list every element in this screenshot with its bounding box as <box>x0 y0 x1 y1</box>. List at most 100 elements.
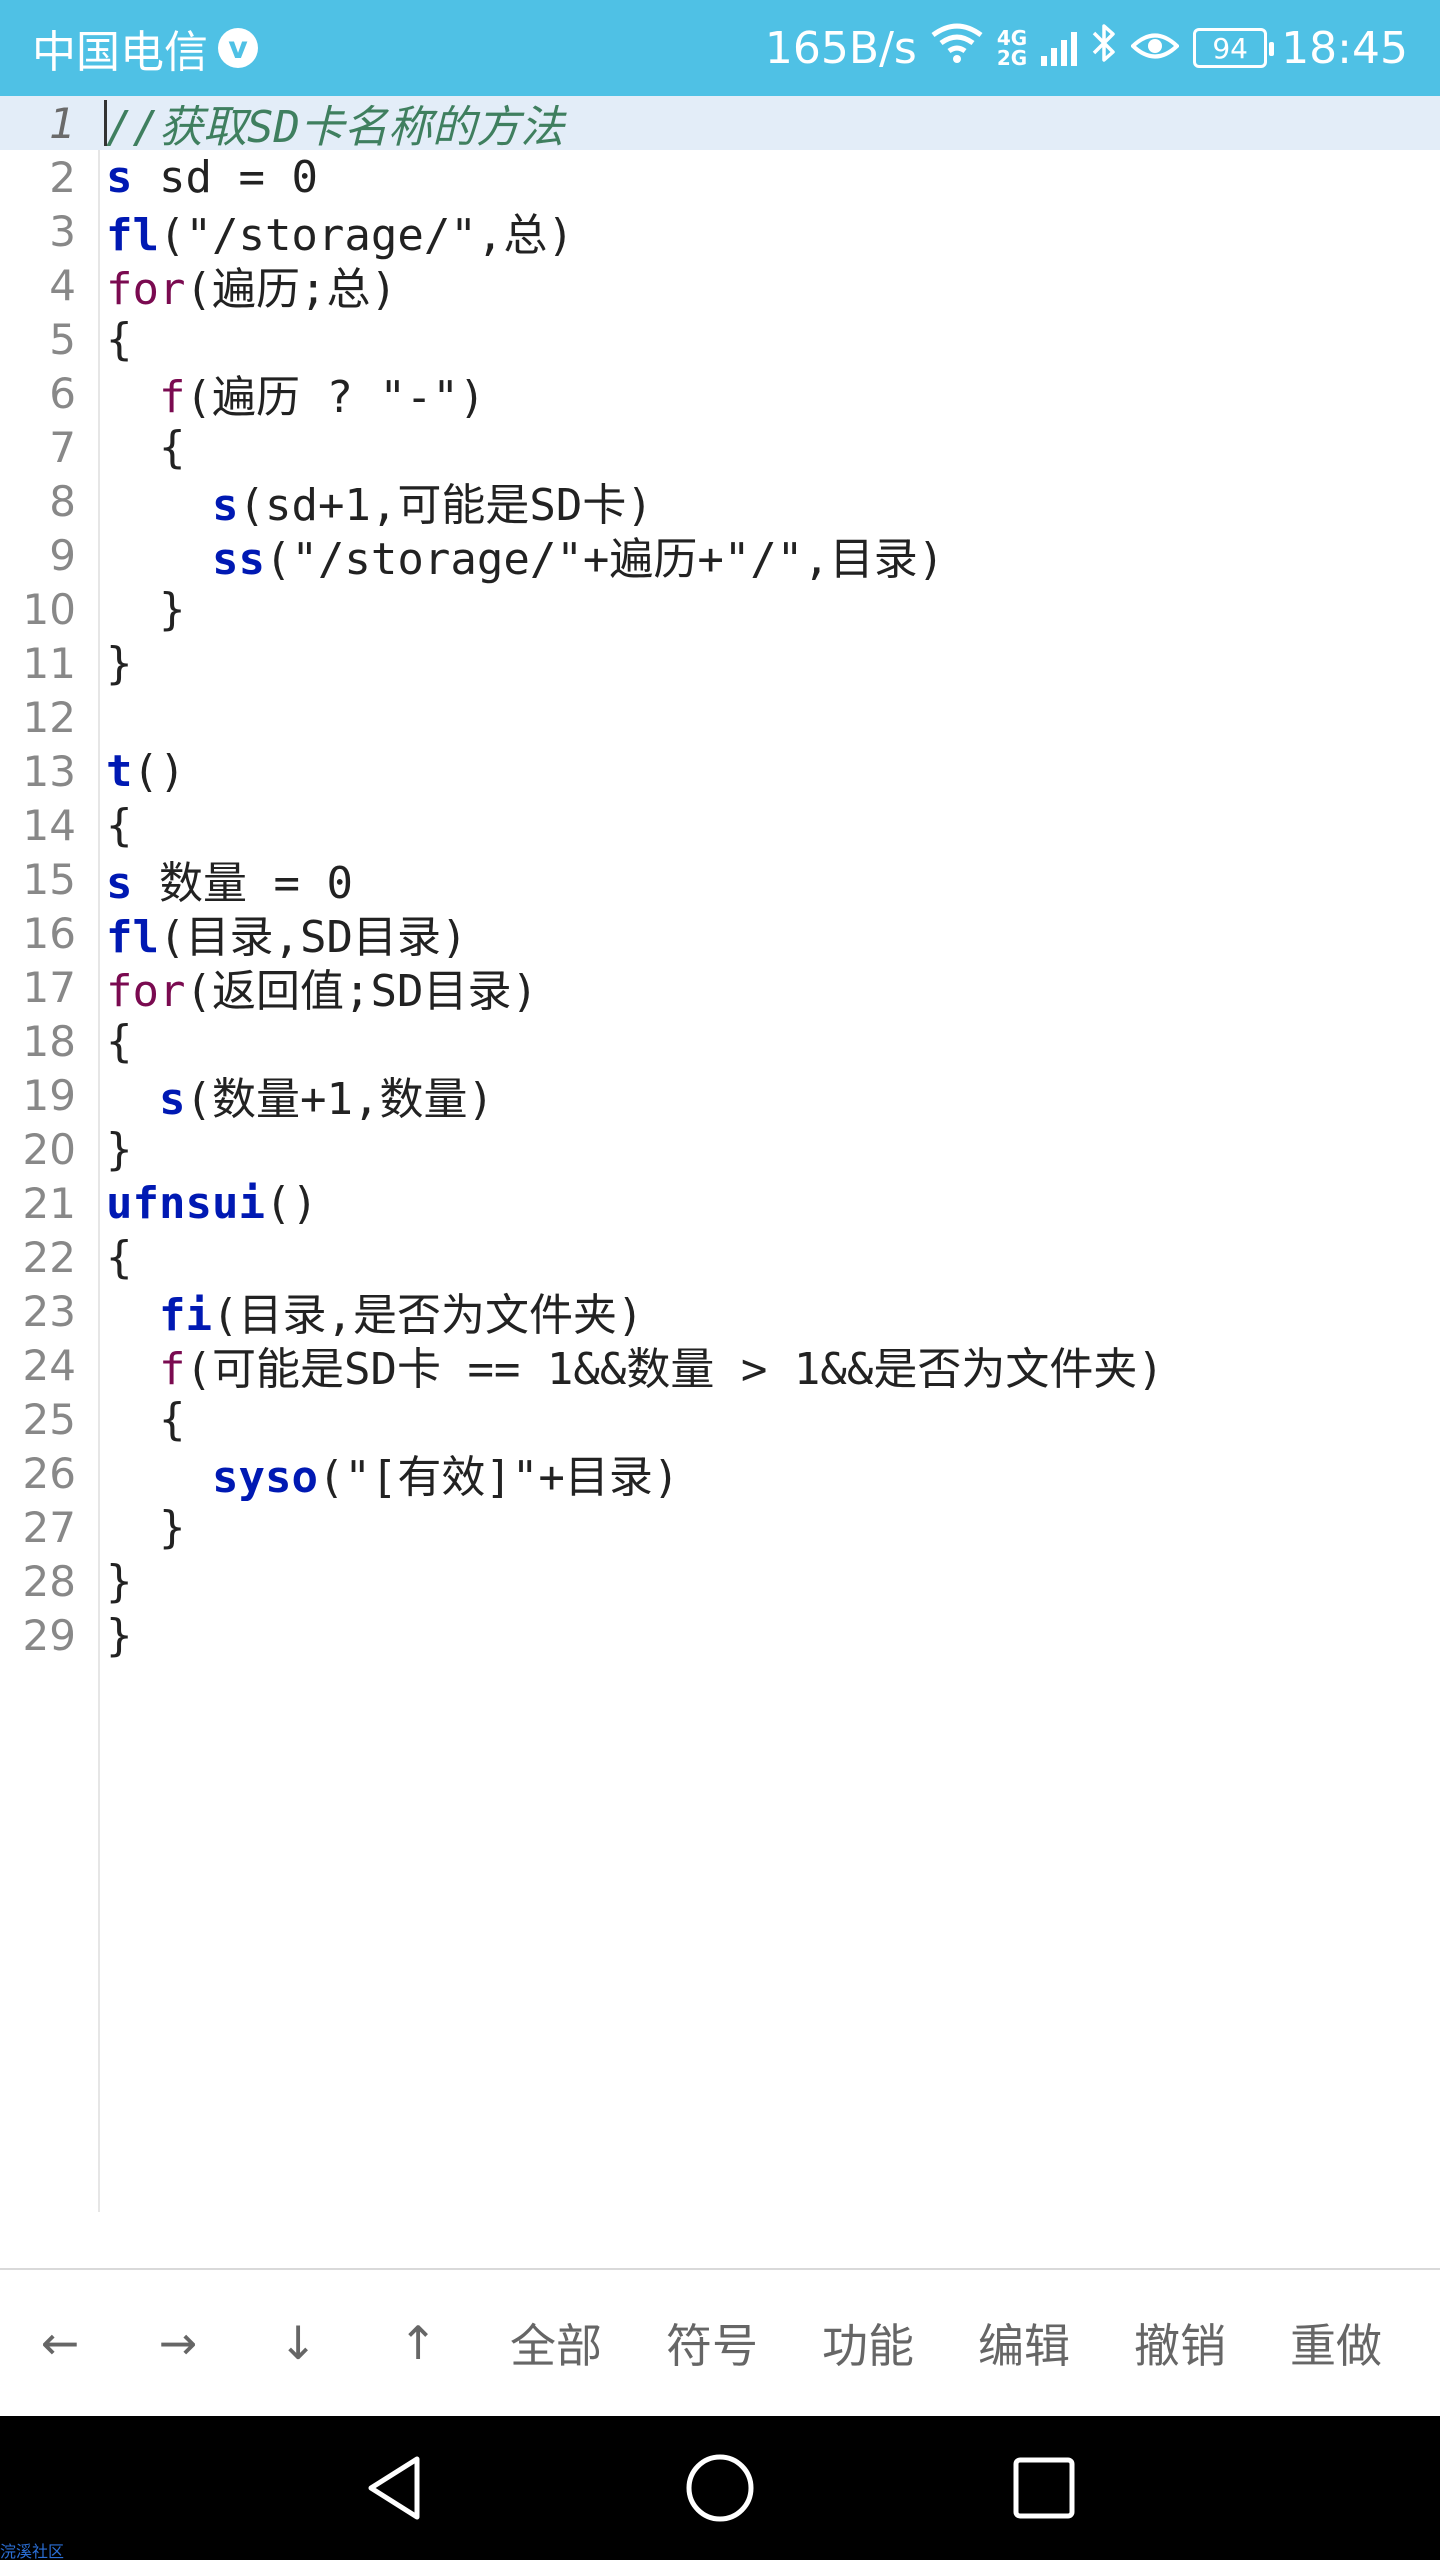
code-line[interactable]: 24 f(可能是SD卡 == 1&&数量 > 1&&是否为文件夹) <box>0 1338 1440 1396</box>
select-all-button[interactable]: 全部 <box>496 2270 616 2416</box>
line-number: 17 <box>22 962 76 1012</box>
bluetooth-icon <box>1091 22 1117 75</box>
line-code: t() <box>106 746 185 797</box>
line-code: for(返回值;SD目录) <box>106 955 538 1019</box>
code-line[interactable]: 4 for(遍历;总) <box>0 258 1440 316</box>
code-line[interactable]: 26 syso("[有效]"+目录) <box>0 1446 1440 1504</box>
line-code: s sd = 0 <box>106 152 318 203</box>
code-text: { <box>106 1393 186 1445</box>
code-line[interactable]: 1 //获取SD卡名称的方法 <box>0 96 1440 153</box>
line-code: { <box>106 1232 133 1283</box>
code-text: } <box>106 583 186 635</box>
carrier-name: 中国电信 <box>32 27 208 78</box>
net-speed: 165B/s <box>764 22 917 74</box>
code-text: } <box>106 637 133 689</box>
functions-button[interactable]: 功能 <box>808 2270 928 2416</box>
code-line[interactable]: 16 fl(目录,SD目录) <box>0 906 1440 964</box>
code-text: (遍历;总) <box>185 264 397 315</box>
cursor-left-button[interactable]: ← <box>20 2270 100 2416</box>
code-text: { <box>106 313 133 365</box>
line-number: 7 <box>49 422 76 472</box>
carrier-group: 中国电信 v <box>32 16 258 80</box>
watermark: 浣溪社区 <box>0 2542 65 2560</box>
navigation-bar <box>0 2416 1440 2560</box>
code-line[interactable]: 20} <box>0 1122 1440 1176</box>
code-line[interactable]: 18 { <box>0 1014 1440 1068</box>
code-line[interactable]: 25 { <box>0 1392 1440 1446</box>
code-editor[interactable]: 1//获取SD卡名称的方法 2 s sd = 0 3 fl("/storage/",总)… <box>0 96 1440 2212</box>
code-text: ("/storage/"+遍历+"/",目录) <box>264 534 945 585</box>
redo-button[interactable]: 重做 <box>1276 2270 1396 2416</box>
code-text: { <box>106 1015 133 1067</box>
status-bar: 中国电信 v 165B/s 4G 2G 94 18:45 <box>0 0 1440 96</box>
code-line[interactable]: 21 ufnsui() <box>0 1176 1440 1230</box>
home-icon[interactable] <box>650 2416 790 2560</box>
code-keyword: for <box>106 264 186 315</box>
code-text: (可能是SD卡 == 1&&数量 > 1&&是否为文件夹) <box>185 1344 1164 1395</box>
code-line[interactable]: 17 for(返回值;SD目录) <box>0 960 1440 1018</box>
line-code: ss("/storage/"+遍历+"/",目录) <box>106 523 944 587</box>
code-line[interactable]: 7 { <box>0 420 1440 474</box>
code-keyword: ss <box>211 534 265 585</box>
text-cursor <box>104 100 107 146</box>
code-text: () <box>264 1177 318 1229</box>
recents-icon[interactable] <box>974 2416 1114 2560</box>
line-number: 11 <box>22 638 76 688</box>
code-line[interactable]: 13 t() <box>0 744 1440 798</box>
undo-button[interactable]: 撤销 <box>1120 2270 1240 2416</box>
back-icon[interactable] <box>326 2416 466 2560</box>
code-line[interactable]: 8 s(sd+1,可能是SD卡) <box>0 474 1440 532</box>
code-line[interactable]: 2s sd = 0 <box>0 150 1440 204</box>
code-line[interactable]: 9 ss("/storage/"+遍历+"/",目录) <box>0 528 1440 586</box>
line-number: 9 <box>49 530 76 580</box>
code-line[interactable]: 5{ <box>0 312 1440 366</box>
line-code: f(遍历 ? "-") <box>106 361 485 425</box>
line-number: 25 <box>22 1394 76 1444</box>
line-number: 19 <box>22 1070 76 1120</box>
code-line[interactable]: 22 { <box>0 1230 1440 1284</box>
wifi-icon <box>931 23 983 74</box>
code-keyword: for <box>106 966 186 1017</box>
code-line[interactable]: 23 fi(目录,是否为文件夹) <box>0 1284 1440 1342</box>
verified-icon: v <box>218 28 258 68</box>
code-line[interactable]: 15 s 数量 = 0 <box>0 852 1440 910</box>
line-code: } <box>106 1610 133 1661</box>
code-line[interactable]: 12 <box>0 690 1440 744</box>
eye-comfort-icon <box>1130 23 1181 74</box>
code-line[interactable]: 29} <box>0 1608 1440 1662</box>
cursor-down-button[interactable]: ↓ <box>258 2270 338 2416</box>
cursor-up-button[interactable]: ↑ <box>378 2270 458 2416</box>
code-line[interactable]: 6 f(遍历 ? "-") <box>0 366 1440 424</box>
code-line[interactable]: 11} <box>0 636 1440 690</box>
cursor-right-button[interactable]: → <box>138 2270 218 2416</box>
line-number: 20 <box>22 1124 76 1174</box>
code-line[interactable]: 14 { <box>0 798 1440 852</box>
line-number: 24 <box>22 1340 76 1390</box>
line-code: { <box>106 1016 133 1067</box>
line-number: 29 <box>22 1610 76 1660</box>
code-line[interactable]: 19 s(数量+1,数量) <box>0 1068 1440 1126</box>
code-text: } <box>106 1123 133 1175</box>
code-text: { <box>106 421 186 473</box>
line-number: 1 <box>49 98 76 148</box>
symbols-button[interactable]: 符号 <box>652 2270 772 2416</box>
line-number: 27 <box>22 1502 76 1552</box>
network-type: 4G 2G <box>996 26 1028 70</box>
line-code: for(遍历;总) <box>106 253 397 317</box>
edit-button[interactable]: 编辑 <box>964 2270 1084 2416</box>
code-line[interactable]: 10 } <box>0 582 1440 636</box>
code-text: } <box>106 1501 186 1553</box>
line-number: 3 <box>49 206 76 256</box>
line-code: { <box>106 1393 186 1445</box>
code-text: } <box>106 1555 133 1607</box>
line-number: 15 <box>22 854 76 904</box>
code-line[interactable]: 28} <box>0 1554 1440 1608</box>
line-code: ufnsui() <box>106 1178 318 1229</box>
code-line[interactable]: 3 fl("/storage/",总) <box>0 204 1440 262</box>
code-keyword: ufnsui <box>106 1177 265 1229</box>
code-line[interactable]: 27 } <box>0 1500 1440 1554</box>
code-keyword: f <box>158 1344 186 1395</box>
